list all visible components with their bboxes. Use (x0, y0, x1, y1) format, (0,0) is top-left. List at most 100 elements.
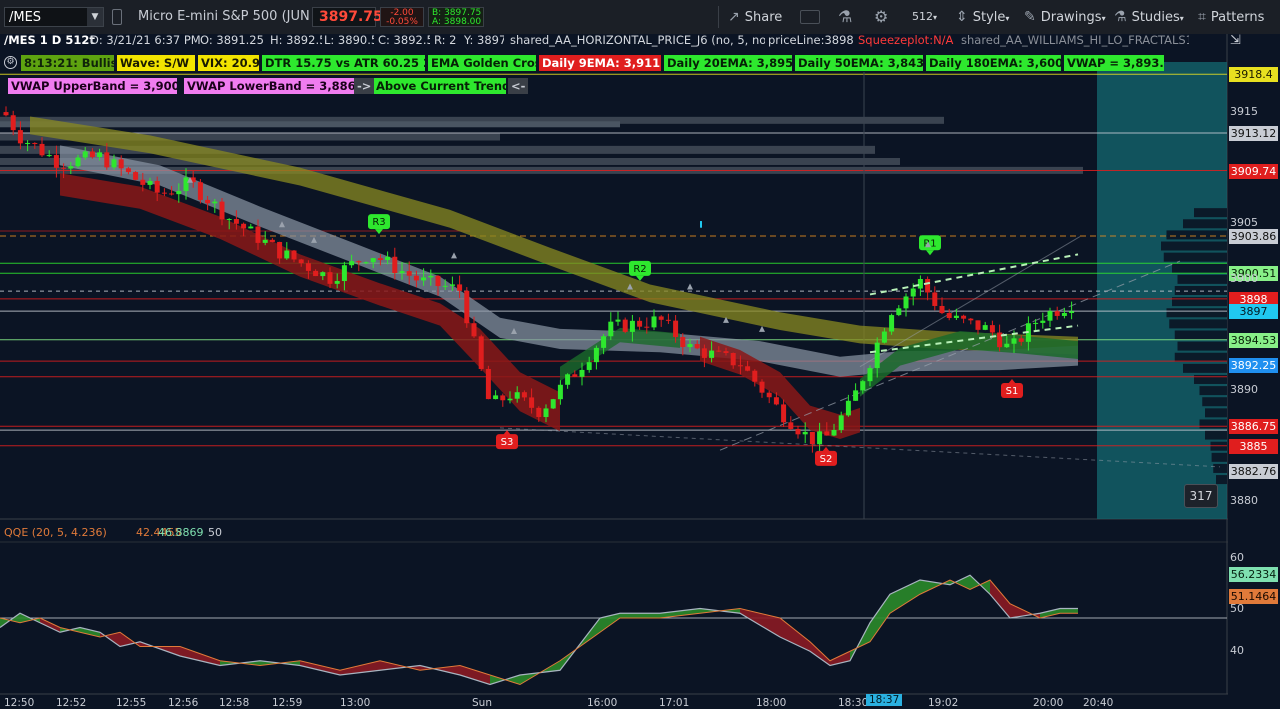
flask-icon[interactable]: ⚗ (838, 0, 852, 34)
study-label-1-0: 8:13:21: Bullish (21, 55, 114, 71)
candle-body-121 (874, 342, 880, 369)
candle-body-111 (802, 431, 808, 435)
candle-body-131 (946, 313, 952, 318)
price-label-2: 3909.74 (1229, 163, 1278, 179)
candle-body-124 (896, 308, 902, 316)
candle-body-37 (269, 239, 275, 242)
candle-body-46 (334, 281, 340, 284)
candle-body-141 (1018, 338, 1024, 342)
profile-bar-9 (1166, 308, 1227, 318)
candle-body-97 (701, 348, 707, 358)
arrow-toggle-1[interactable]: <- (508, 78, 529, 94)
study-label-2-0: VWAP UpperBand = 3,900.85 (8, 78, 177, 94)
style-button[interactable]: ⇕ Style▾ (956, 0, 1009, 34)
candle-body-31 (226, 219, 232, 221)
candle-body-44 (320, 272, 326, 277)
drawings-label: Drawings (1040, 10, 1102, 25)
qqe-axis-60: 60 (1230, 551, 1244, 564)
candle-body-125 (903, 296, 909, 309)
profile-bar-5 (1172, 263, 1227, 273)
qqe-title: QQE (20, 5, 4.236) (4, 526, 107, 539)
candle-body-96 (694, 344, 700, 349)
candle-body-137 (989, 325, 995, 333)
candle-body-122 (881, 331, 887, 343)
candle-body-20 (147, 180, 153, 185)
candle-body-94 (680, 337, 686, 348)
price-label-8: 3892.25 (1229, 358, 1278, 374)
study-label-2-2: Above Current Trend (373, 78, 506, 94)
time-tick-8: 16:00 (587, 697, 618, 709)
candle-body-77 (557, 384, 563, 400)
candle-body-102 (737, 365, 743, 367)
qqe-fill-20 (620, 613, 660, 618)
study-label-1-1: Wave: S/W (117, 55, 195, 71)
candle-body-127 (917, 278, 923, 289)
time-tick-9: 17:01 (659, 697, 690, 709)
candle-body-52 (377, 258, 383, 261)
patterns-button[interactable]: ⌗ Patterns (1198, 0, 1264, 34)
aggregation-button[interactable]: 512▾ (912, 0, 937, 34)
settings-circle-icon[interactable]: ⚙ (4, 56, 17, 69)
candle-body-65 (471, 323, 477, 337)
squeeze-plot: Squeezeplot:N/A (858, 33, 954, 47)
bid-ask-box: B: 3897.75 A: 3898.00 (428, 7, 484, 27)
drawings-button[interactable]: ✎ Drawings▾ (1024, 0, 1106, 34)
candle-body-89 (644, 326, 650, 328)
bar-open: O: 3891.25 (200, 33, 264, 47)
qqe-value-3: 50 (208, 526, 222, 539)
candle-body-126 (910, 288, 916, 297)
candle-body-84 (608, 321, 614, 337)
study-label-1-7: Daily 50EMA: 3,843.99 (795, 55, 923, 71)
candle-body-34 (248, 226, 254, 229)
candle-body-143 (1033, 322, 1039, 324)
price-chart[interactable]: R3 R2 R1 S3 S2 S1 (0, 34, 1280, 706)
candle-body-13 (97, 152, 103, 158)
studies-button[interactable]: ⚗ Studies▾ (1114, 0, 1184, 34)
candle-body-73 (529, 397, 535, 408)
candle-body-45 (327, 272, 333, 284)
study-label-1-4: EMA Golden Cross (428, 55, 536, 71)
toolbar: /MES ▼ Micro E-mini S&P 500 (JUN 21) 389… (0, 0, 1280, 35)
profile-bar-14 (1183, 363, 1227, 373)
qqe-value-2: 46.8869 (158, 526, 204, 539)
price-line-value: priceLine:3898 (768, 33, 854, 47)
candle-body-134 (968, 318, 974, 321)
arrow-toggle-0[interactable]: -> (354, 78, 375, 94)
bar-high: H: 3892.5 (270, 33, 322, 47)
link-icon[interactable] (112, 9, 122, 25)
qqe-fill-4 (80, 627, 100, 637)
symbol-input[interactable]: /MES ▼ (4, 7, 104, 27)
qqe-fill-31 (950, 575, 970, 590)
candle-body-10 (75, 157, 81, 167)
studies-label: Studies (1131, 10, 1180, 25)
gear-icon[interactable]: ⚙ (874, 0, 888, 34)
profile-bar-11 (1174, 330, 1227, 340)
flexible-grid-icon[interactable] (800, 10, 820, 24)
chevron-down-icon[interactable]: ▼ (87, 8, 103, 26)
candle-body-55 (399, 271, 405, 274)
candle-body-113 (817, 431, 823, 445)
profile-bar-3 (1161, 241, 1227, 251)
chart-settings-icon[interactable]: ⇲ (1230, 33, 1241, 48)
candle-body-7 (53, 155, 59, 168)
qqe-upper-label: 56.2334 (1229, 567, 1278, 582)
study-label-1-2: VIX: 20.95 (198, 55, 259, 71)
price-label-10: 3885 (1229, 438, 1278, 454)
profile-bar-22 (1211, 452, 1227, 462)
candle-body-58 (421, 277, 427, 281)
candle-body-8 (61, 167, 67, 169)
candle-body-69 (500, 395, 506, 401)
candle-body-145 (1047, 311, 1053, 321)
bar-y: Y: 3897 (464, 33, 504, 47)
price-axis-tick-0: 3915 (1230, 105, 1258, 119)
candle-body-82 (593, 347, 599, 363)
fractal-label-5: S1 (1006, 386, 1019, 397)
price-label-6: 3897 (1229, 304, 1278, 320)
qqe-axis-40: 40 (1230, 644, 1244, 657)
share-button[interactable]: ↗ Share (728, 0, 782, 34)
candle-body-56 (406, 271, 412, 276)
candle-body-50 (363, 262, 369, 264)
candle-body-114 (824, 431, 830, 436)
profile-bar-10 (1169, 319, 1227, 329)
candle-body-25 (183, 177, 189, 191)
